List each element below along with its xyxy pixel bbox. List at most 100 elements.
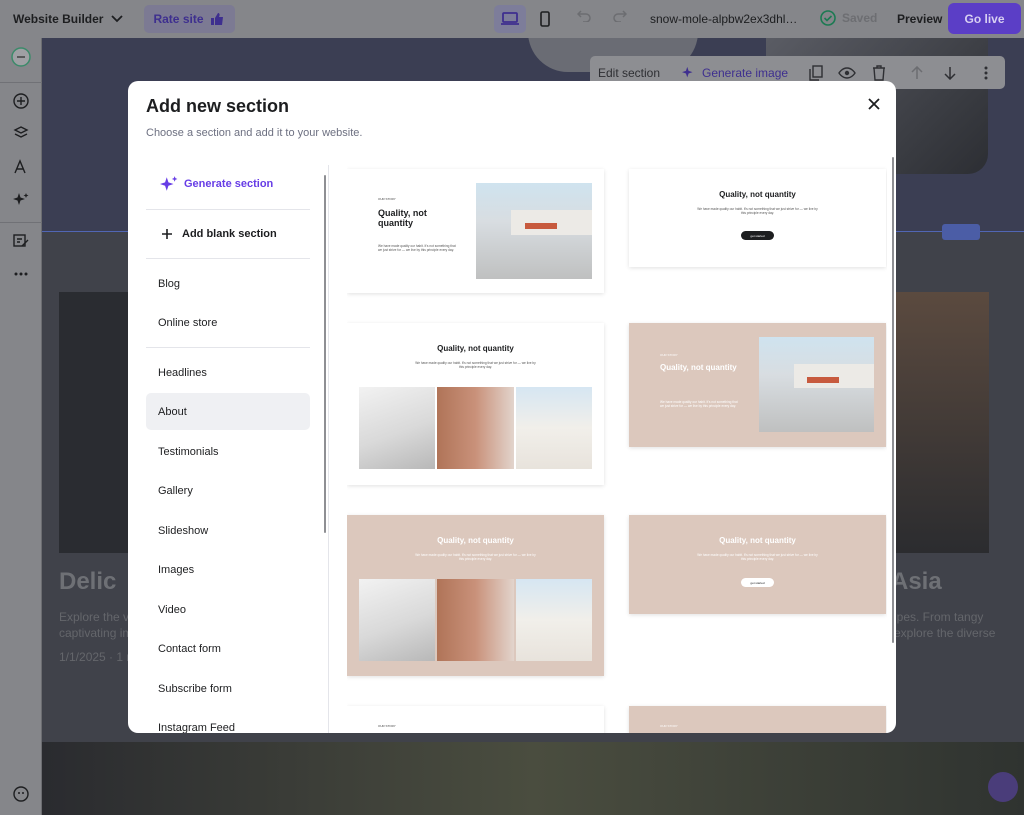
generate-section-label: Generate section [184, 177, 274, 190]
category-gallery[interactable]: Gallery [146, 472, 310, 509]
add-blank-section-button[interactable]: Add blank section [146, 215, 310, 252]
sparkle-icon [160, 175, 178, 191]
category-testimonials[interactable]: Testimonials [146, 433, 310, 470]
add-section-modal: Add new section Choose a section and add… [128, 81, 896, 733]
go-live-button[interactable]: Go live [948, 3, 1021, 34]
modal-subtitle: Choose a section and add it to your webs… [146, 127, 363, 139]
footer-image [42, 742, 1024, 815]
more-icon[interactable] [11, 264, 31, 284]
section-template-card[interactable]: OUR STORY Quality, not quantity We have … [629, 323, 886, 447]
chat-button[interactable] [988, 772, 1018, 802]
redo-button[interactable] [613, 9, 628, 26]
redo-icon [613, 10, 628, 23]
arrow-up-icon [911, 65, 923, 79]
modal-title: Add new section [146, 96, 290, 116]
template-eyebrow: OUR STORY [378, 197, 396, 201]
ai-assistant-icon[interactable] [11, 47, 31, 67]
site-url[interactable]: snow-mole-alpbw2ex3dhl7p... [650, 12, 802, 26]
section-category-list: Generate section Add blank section Blog … [146, 165, 310, 733]
panel-divider [328, 165, 329, 733]
blog-heading-right: Asia [891, 568, 942, 595]
left-rail [0, 38, 42, 815]
blog-text-right-1: ipes. From tangy [894, 610, 984, 624]
template-image [759, 337, 874, 432]
template-eyebrow: OUR STORY [660, 724, 678, 728]
add-element-icon[interactable] [11, 91, 31, 111]
check-circle-icon [820, 10, 836, 26]
blog-text-left-1: Explore the vi [59, 610, 132, 624]
generate-section-button[interactable]: Generate section [146, 165, 310, 202]
template-heading: Quality, not quantity [719, 190, 796, 199]
ai-tools-icon[interactable] [11, 190, 31, 210]
section-template-card[interactable]: Quality, not quantity We have made quali… [629, 169, 886, 267]
section-more-button[interactable] [984, 56, 988, 89]
template-image [359, 387, 435, 469]
eye-icon [838, 66, 856, 79]
layers-icon[interactable] [11, 123, 31, 143]
styles-icon[interactable] [11, 157, 31, 177]
section-template-card[interactable]: OUR STORY [347, 706, 604, 733]
template-heading: Quality, not quantity [378, 208, 427, 229]
blog-card-image-right [896, 292, 989, 553]
category-about[interactable]: About [146, 393, 310, 430]
divider [146, 258, 310, 259]
section-template-card[interactable]: Quality, not quantity We have made quali… [347, 323, 604, 485]
category-subscribe-form[interactable]: Subscribe form [146, 670, 310, 707]
category-images[interactable]: Images [146, 551, 310, 588]
move-down-button[interactable] [944, 56, 956, 89]
rate-site-button[interactable]: Rate site [144, 5, 235, 33]
template-image [437, 387, 514, 469]
section-resize-handle[interactable] [942, 224, 980, 240]
template-image [476, 183, 592, 279]
category-instagram-feed[interactable]: Instagram Feed [146, 709, 310, 734]
divider [146, 209, 310, 210]
trash-icon [873, 64, 885, 81]
blog-text-left-2: captivating im [59, 626, 133, 640]
template-heading: Quality, not quantity [719, 536, 796, 545]
arrow-down-icon [944, 66, 956, 80]
top-bar: Website Builder Rate site snow-mole-alpb… [0, 0, 1024, 38]
category-online-store[interactable]: Online store [146, 304, 310, 341]
section-template-card[interactable]: OUR STORY Quality, not quantity We have … [347, 169, 604, 293]
section-templates-grid: OUR STORY Quality, not quantity We have … [347, 165, 887, 733]
template-image [516, 387, 592, 469]
template-body: We have made quality our habit. It's not… [697, 207, 818, 216]
template-button: get started [741, 578, 774, 587]
category-blog[interactable]: Blog [146, 265, 310, 302]
vertical-dots-icon [984, 66, 988, 79]
blog-edit-icon[interactable] [11, 231, 31, 251]
section-template-card[interactable]: OUR STORY [629, 706, 886, 733]
thumbs-icon [210, 13, 223, 25]
template-button: get started [741, 231, 774, 240]
category-headlines[interactable]: Headlines [146, 354, 310, 391]
desktop-view-button[interactable] [494, 5, 526, 33]
desktop-icon [501, 12, 519, 25]
blog-text-right-2: explore the diverse [894, 626, 996, 640]
template-body: We have made quality our habit. It's not… [378, 244, 456, 253]
chevron-down-icon [111, 15, 124, 23]
generate-image-label: Generate image [702, 65, 789, 80]
category-slideshow[interactable]: Slideshow [146, 512, 310, 549]
section-template-card[interactable]: Quality, not quantity We have made quali… [629, 515, 886, 614]
template-eyebrow: OUR STORY [378, 724, 396, 728]
category-contact-form[interactable]: Contact form [146, 630, 310, 667]
close-button[interactable] [864, 94, 884, 114]
add-blank-section-label: Add blank section [182, 227, 277, 240]
undo-icon [576, 10, 591, 23]
undo-button[interactable] [576, 9, 591, 26]
section-template-card[interactable]: Quality, not quantity We have made quali… [347, 515, 604, 676]
template-heading: Quality, not quantity [437, 344, 514, 353]
plus-icon [162, 228, 172, 239]
move-up-button[interactable] [911, 56, 923, 89]
category-scrollbar[interactable] [324, 175, 326, 533]
preview-button[interactable]: Preview [897, 12, 942, 26]
mobile-icon [540, 11, 550, 27]
app-title: Website Builder [13, 12, 104, 26]
app-title-dropdown[interactable]: Website Builder [13, 12, 124, 26]
sparkle-icon [682, 66, 693, 77]
templates-scrollbar[interactable] [892, 157, 894, 643]
help-icon[interactable] [11, 784, 31, 804]
mobile-view-button[interactable] [529, 5, 561, 33]
category-video[interactable]: Video [146, 591, 310, 628]
template-heading: Quality, not quantity [660, 363, 737, 372]
